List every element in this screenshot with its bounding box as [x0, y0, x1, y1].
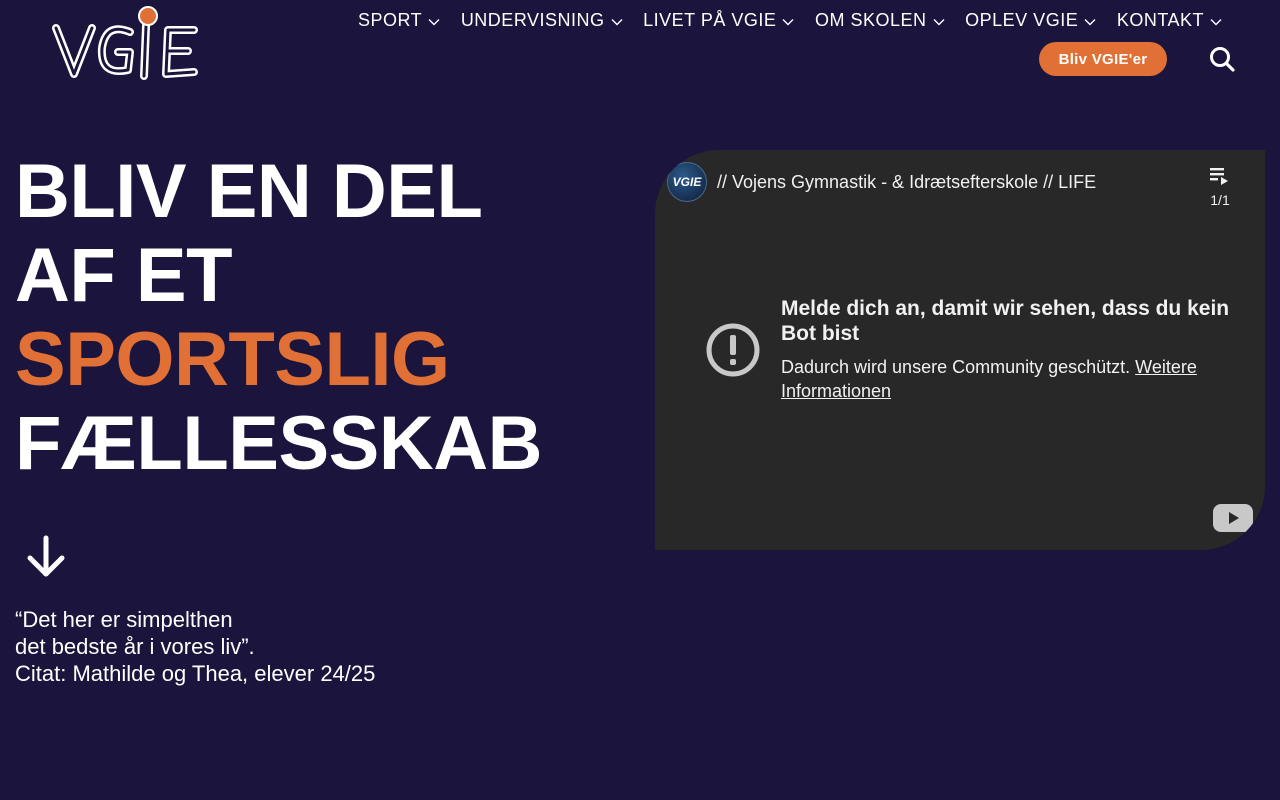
chevron-down-icon — [1210, 10, 1222, 31]
hero-title-line: AF ET — [15, 233, 233, 318]
bot-check-body: Dadurch wird unsere Community geschützt. — [781, 357, 1131, 377]
video-title[interactable]: // Vojens Gymnastik - & Idrætsefterskole… — [717, 172, 1096, 193]
chevron-down-icon — [933, 10, 945, 31]
quote-citation: Citat: Mathilde og Thea, elever 24/25 — [15, 661, 376, 686]
nav-item-label: SPORT — [358, 10, 423, 30]
quote-line: “Det her er simpelthen — [15, 607, 233, 632]
chevron-down-icon — [611, 10, 623, 31]
chevron-down-icon — [782, 10, 794, 31]
hero-title-line: FÆLLESSKAB — [15, 401, 543, 486]
search-icon[interactable] — [1208, 45, 1236, 73]
youtube-embed[interactable]: VGIE // Vojens Gymnastik - & Idrætsefter… — [655, 150, 1265, 550]
hero-title-accent-line: SPORTSLIG — [15, 317, 450, 402]
hero-title: BLIV EN DEL AF ET SPORTSLIG FÆLLESSKAB — [15, 149, 543, 486]
vgie-logo[interactable] — [48, 4, 210, 88]
playlist-count: 1/1 — [1210, 192, 1230, 208]
nav-item-oplev-vgie[interactable]: OPLEV VGIE — [959, 8, 1102, 33]
bliv-vgieer-button[interactable]: Bliv VGIE'er — [1039, 42, 1167, 76]
chevron-down-icon — [428, 10, 440, 31]
nav-item-label: OM SKOLEN — [815, 10, 927, 30]
student-quote: “Det her er simpelthen det bedste år i v… — [15, 606, 435, 687]
youtube-logo-icon[interactable] — [1213, 504, 1253, 532]
playlist-icon[interactable] — [1209, 166, 1231, 186]
nav-item-livet-på-vgie[interactable]: LIVET PÅ VGIE — [637, 8, 800, 33]
alert-icon — [705, 322, 761, 378]
nav-item-kontakt[interactable]: KONTAKT — [1111, 8, 1228, 33]
bot-check-message: Dadurch wird unsere Community geschützt.… — [781, 355, 1231, 403]
hero-title-line: BLIV EN DEL — [15, 149, 483, 234]
arrow-down-icon[interactable] — [24, 532, 68, 580]
nav-item-sport[interactable]: SPORT — [352, 8, 446, 33]
nav-item-label: UNDERVISNING — [460, 10, 605, 30]
main-navigation: SPORT UNDERVISNING LIVET PÅ VGIE OM SKOLEN O… — [352, 8, 1228, 33]
bot-check-title: Melde dich an, damit wir sehen, dass du … — [781, 297, 1230, 345]
channel-avatar[interactable]: VGIE — [667, 162, 707, 202]
quote-line: det bedste år i vores liv”. — [15, 634, 255, 659]
chevron-down-icon — [1084, 10, 1096, 31]
nav-item-undervisning[interactable]: UNDERVISNING — [455, 8, 629, 33]
nav-item-om-skolen[interactable]: OM SKOLEN — [809, 8, 951, 33]
nav-item-label: LIVET PÅ VGIE — [643, 10, 777, 30]
nav-item-label: KONTAKT — [1116, 10, 1204, 30]
nav-item-label: OPLEV VGIE — [965, 10, 1079, 30]
